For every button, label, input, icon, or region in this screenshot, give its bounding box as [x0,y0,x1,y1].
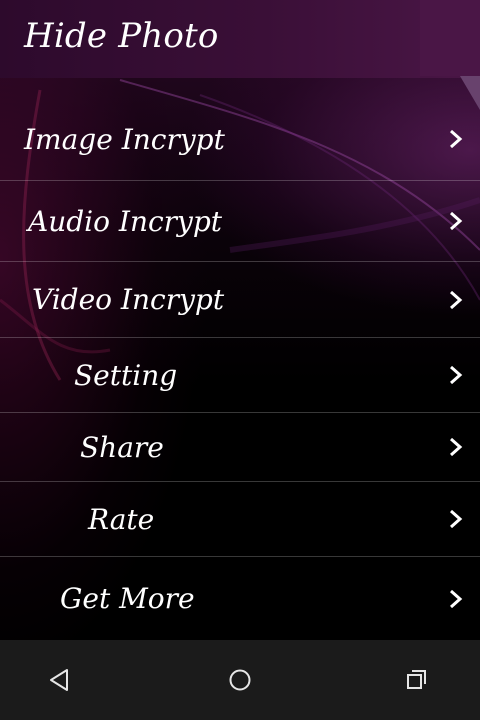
main-menu: Image Incrypt Audio Incrypt Video Incryp… [0,98,480,640]
app-title: Hide Photo [24,16,219,56]
menu-item-audio-incrypt[interactable]: Audio Incrypt [0,181,480,262]
system-navigation-bar [0,640,480,720]
menu-item-rate[interactable]: Rate [0,482,480,557]
chevron-right-icon [450,589,463,608]
menu-item-label: Audio Incrypt [28,204,223,238]
menu-item-label: Video Incrypt [32,283,225,316]
menu-item-label: Rate [88,502,155,536]
menu-item-video-incrypt[interactable]: Video Incrypt [0,262,480,338]
chevron-right-icon [450,290,463,309]
menu-item-setting[interactable]: Setting [0,338,480,413]
menu-item-image-incrypt[interactable]: Image Incrypt [0,98,480,181]
menu-item-share[interactable]: Share [0,413,480,482]
recents-square-icon[interactable] [402,666,430,694]
menu-item-label: Image Incrypt [24,122,225,156]
menu-item-label: Get More [60,582,195,615]
app-screen: Hide Photo Image Incrypt Audio Incrypt V… [0,0,480,720]
home-circle-icon[interactable] [226,666,254,694]
menu-item-label: Share [80,430,164,464]
chevron-right-icon [450,509,463,529]
menu-item-label: Setting [74,358,178,392]
chevron-right-icon [450,365,463,385]
chevron-right-icon [450,437,463,457]
header-corner-shape [420,0,480,110]
back-triangle-icon[interactable] [46,666,74,694]
menu-item-get-more[interactable]: Get More [0,557,480,640]
chevron-right-icon [450,211,463,231]
chevron-right-icon [450,129,463,149]
